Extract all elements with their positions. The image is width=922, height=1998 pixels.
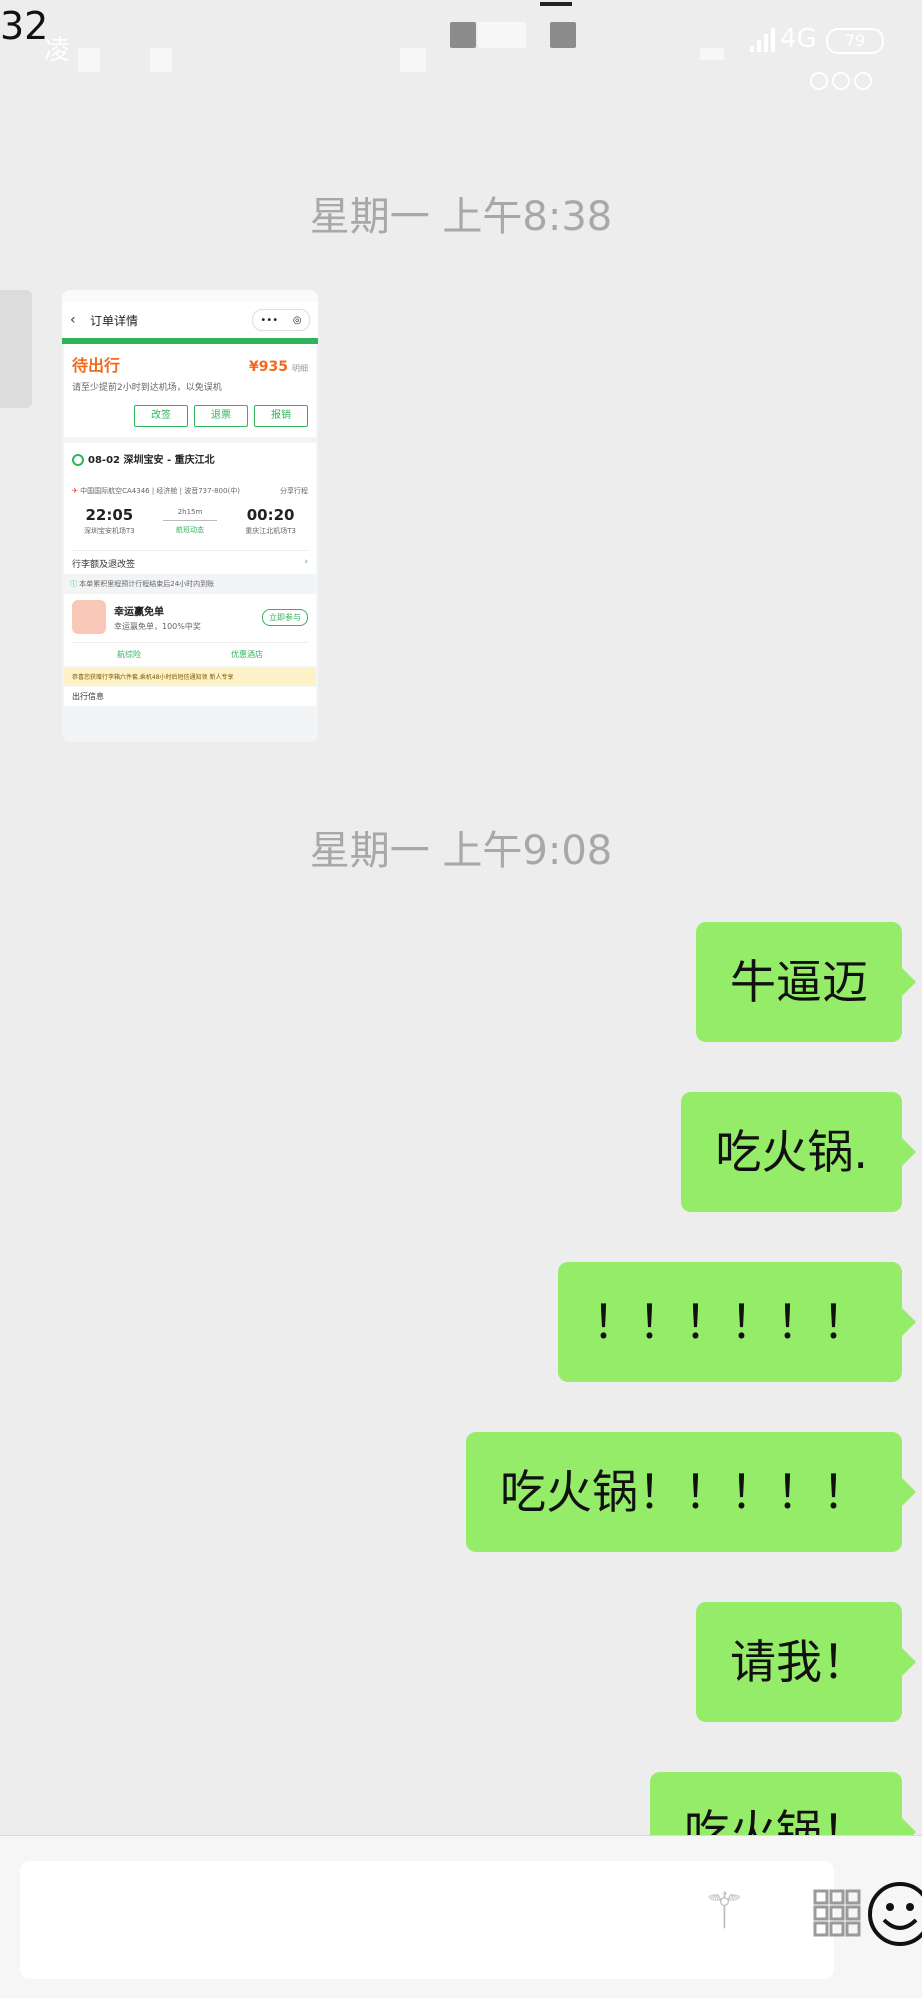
image-nav-title: 订单详情 [90,313,139,328]
flight-status-link: 航班动态 [176,525,204,534]
baggage-link: 行李额及退改签 [72,560,136,570]
gift-tip: 恭喜您获赠行李箱六件套,乘机48小时后短信通知领 [72,674,208,681]
chat-bubble-sent[interactable]: ！！！！！！ [558,1262,916,1382]
order-price: ¥935 [249,359,288,375]
network-type: 4G [780,24,817,54]
info-icon: ⓘ [70,580,77,588]
reimburse-button: 报销 [254,405,308,427]
screenshot-image-message[interactable]: ‹ 订单详情 ••• ◎ 待出行 ¥935 明细 请至少提前2小时到达机场，以免误机… [62,290,318,742]
airline-info: 中国国际航空CA4346 | 经济舱 | 波音737-800(中) [80,487,240,495]
battery-icon: 79 [826,28,884,54]
blurred-region [150,48,172,72]
blurred-region [550,22,576,48]
image-capsule: ••• ◎ [252,309,310,331]
lucky-title: 幸运赢免单 [114,606,164,618]
arrive-time: 00:20 [246,506,295,524]
change-button: 改签 [134,405,188,427]
price-detail: 明细 [292,364,308,373]
avatar[interactable] [0,290,32,408]
magic-wand-icon[interactable]: ⚚ [702,1882,747,1940]
depart-airport: 深圳宝安机场T3 [84,527,135,535]
more-icon[interactable] [810,72,872,90]
input-bar: ⚚ [0,1835,922,1998]
flight-route: 08-02 深圳宝安 - 重庆江北 [88,455,215,466]
chat-bubble-sent[interactable]: 吃火锅. [681,1092,916,1212]
order-hint: 请至少提前2小时到达机场，以免误机 [72,383,222,393]
flight-duration: 2h15m [177,507,203,516]
keypad-icon[interactable] [812,1888,862,1938]
blurred-region [540,2,572,6]
blurred-region [478,22,526,48]
blurred-region [450,22,476,48]
chat-timestamp: 星期一 上午8:38 [309,194,613,240]
status-time: 32 [0,4,49,48]
hotel-link: 优惠酒店 [231,650,263,659]
status-carrier: 凌 [44,36,71,66]
signal-icon [750,28,775,52]
depart-time: 22:05 [85,506,134,524]
back-icon: ‹ [70,312,76,328]
emoji-icon[interactable] [866,1880,922,1948]
battery-level: 79 [844,31,866,50]
chat-timestamp: 星期一 上午9:08 [309,828,613,874]
arrive-airport: 重庆江北机场T3 [245,527,296,535]
chevron-right-icon: › [304,557,308,567]
chat-bubble-sent[interactable]: 请我！ [696,1602,916,1722]
lucky-subtitle: 幸运赢免单，100%中奖 [114,621,201,631]
refund-button: 退票 [194,405,248,427]
insurance-link: 航综险 [117,650,141,659]
share-trip: 分享行程 [280,487,308,495]
status-bar: 32 凌 4G 79 [0,0,922,90]
order-status: 待出行 [72,356,121,375]
blurred-region [400,48,426,72]
blurred-region [700,48,724,60]
chat-bubble-sent[interactable]: 牛逼迈 [696,922,916,1042]
chat-bubble-sent[interactable]: 吃火锅！！！！！ [466,1432,916,1552]
gift-icon [72,600,106,634]
travel-info-heading: 出行信息 [64,687,316,706]
mileage-note: 本单累积里程预计行程结束后24小时内到账 [79,580,215,588]
join-button: 立即参与 [262,608,308,626]
blurred-region [78,48,100,72]
newcomer-tag: 新人专享 [209,674,234,681]
